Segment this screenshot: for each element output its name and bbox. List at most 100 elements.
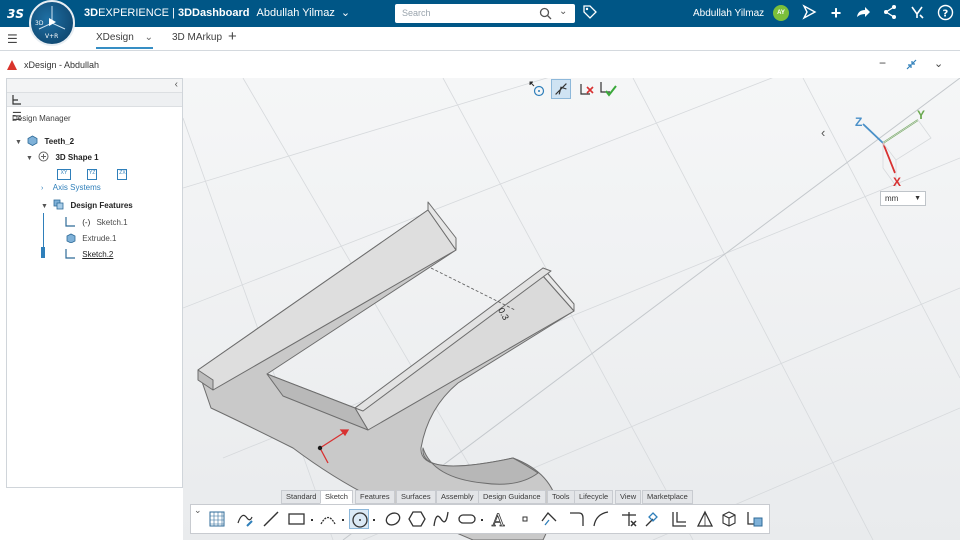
tree-view-icon[interactable] — [11, 94, 23, 106]
constraint-icon[interactable] — [669, 509, 689, 529]
avatar[interactable]: AY — [773, 5, 789, 21]
ellipse-icon[interactable] — [383, 509, 403, 529]
tree-item-sketch-1[interactable]: (-) Sketch.1 — [65, 216, 128, 230]
tree-item-sketch-2[interactable]: Sketch.2 — [65, 248, 113, 262]
design-features-label: Design Features — [70, 201, 133, 210]
plane-zx-icon[interactable]: ZX — [117, 169, 128, 180]
grid-icon[interactable] — [207, 509, 227, 529]
units-select[interactable]: mm ▼ — [880, 191, 926, 206]
username[interactable]: Abdullah Yilmaz — [693, 8, 764, 19]
svg-text:3S: 3S — [7, 7, 24, 21]
3d-viewport[interactable]: 0.3 Y Z X ‹ — [183, 78, 960, 540]
tab-xdesign[interactable]: XDesign ⌄ — [96, 32, 153, 49]
line-icon[interactable] — [261, 509, 281, 529]
chevron-down-icon[interactable]: ⌄ — [934, 57, 943, 70]
chevron-right-icon[interactable]: › — [41, 185, 51, 192]
search-input[interactable]: Search ⌄ — [395, 4, 575, 23]
section-tab-features[interactable]: Features — [355, 490, 395, 504]
plane-xy-icon[interactable]: XY — [57, 169, 71, 180]
share-icon[interactable] — [854, 4, 872, 22]
svg-text:A: A — [491, 511, 505, 529]
fix-icon[interactable] — [643, 509, 663, 529]
more-dot — [481, 519, 483, 521]
tab-bar: ☰ XDesign ⌄ 3D MArkup + — [0, 27, 960, 51]
help-icon[interactable]: ? — [936, 4, 954, 22]
send-icon[interactable] — [800, 4, 818, 22]
search-icon[interactable] — [539, 7, 552, 20]
sketch-origin-icon[interactable] — [528, 80, 546, 98]
plus-icon[interactable]: + — [827, 4, 845, 22]
point-icon[interactable] — [515, 509, 535, 529]
brand-title[interactable]: 3DEXPERIENCE | 3DDashboard Abdullah Yilm… — [84, 6, 350, 19]
sketch-mode-icon[interactable] — [551, 79, 571, 99]
exit-sketch-discard-icon[interactable] — [578, 80, 596, 98]
collapse-icon[interactable] — [906, 59, 917, 70]
compass-label-3d: 3D — [35, 20, 44, 27]
minimize-icon[interactable]: − — [879, 56, 886, 70]
tools-icon[interactable] — [908, 4, 926, 22]
chevron-left-icon[interactable]: ‹ — [821, 125, 825, 140]
sketch-2-label: Sketch.2 — [82, 250, 114, 259]
section-tab-assembly[interactable]: Assembly — [436, 490, 479, 504]
sketch-context-toolbar — [526, 78, 626, 100]
caret-down-icon[interactable]: ▼ — [26, 155, 36, 162]
section-tab-marketplace[interactable]: Marketplace — [642, 490, 693, 504]
offset-icon[interactable] — [539, 509, 559, 529]
section-tab-view[interactable]: View — [615, 490, 642, 504]
top-bar: 3S 3DEXPERIENCE | 3DDashboard Abdullah Y… — [0, 0, 960, 27]
brand-user: Abdullah Yilmaz — [256, 7, 335, 19]
tree-item-extrude-1[interactable]: Extrude.1 — [65, 232, 116, 246]
caret-down-icon[interactable]: ▼ — [15, 139, 25, 146]
arc-icon[interactable] — [318, 509, 338, 529]
circle-icon[interactable] — [349, 509, 369, 529]
axis-label-x: X — [893, 175, 902, 189]
caret-down-icon[interactable]: ▼ — [41, 203, 51, 210]
fillet-icon[interactable] — [591, 509, 611, 529]
tab-xdesign-label: XDesign — [96, 32, 134, 43]
collapse-bar-chevron-icon[interactable]: ⌄ — [194, 505, 202, 516]
features-icon — [53, 199, 64, 210]
chevron-down-icon[interactable]: ⌄ — [341, 7, 350, 19]
brand-rest: EXPERIENCE | — [98, 7, 178, 19]
section-tab-lifecycle[interactable]: Lifecycle — [574, 490, 614, 504]
sketch-minus-icon: (-) — [82, 218, 91, 227]
triangle-icon[interactable] — [695, 509, 715, 529]
add-tab-button[interactable]: + — [228, 28, 237, 45]
search-scope-chevron-icon[interactable]: ⌄ — [559, 6, 567, 17]
pencil-icon[interactable] — [235, 509, 255, 529]
chevron-down-icon[interactable]: ⌄ — [145, 32, 153, 43]
panel-header: ‹ — [7, 79, 182, 93]
menu-icon[interactable]: ☰ — [12, 110, 176, 123]
part-icon — [27, 135, 38, 146]
slot-icon[interactable] — [457, 509, 477, 529]
tab-3d-markup[interactable]: 3D MArkup — [172, 32, 222, 43]
tree-root-label: Teeth_2 — [44, 137, 75, 146]
section-tab-design-guidance[interactable]: Design Guidance — [478, 490, 546, 504]
design-manager-header: Design Manager ☰ — [7, 107, 182, 125]
tree-item-shape[interactable]: ▼ 3D Shape 1 — [26, 151, 99, 165]
project-icon[interactable] — [745, 509, 765, 529]
rectangle-icon[interactable] — [287, 509, 307, 529]
section-tab-sketch[interactable]: Sketch — [320, 490, 353, 504]
corner-icon[interactable] — [567, 509, 587, 529]
section-tab-standard[interactable]: Standard — [281, 490, 322, 504]
tree-item-design-features[interactable]: ▼ Design Features — [41, 199, 133, 213]
section-tab-tools[interactable]: Tools — [547, 490, 575, 504]
hexagon-icon[interactable] — [407, 509, 427, 529]
tree-item-root[interactable]: ▼ Teeth_2 — [15, 135, 74, 149]
plane-yz-icon[interactable]: YZ — [87, 169, 98, 180]
tree-item-axis-systems[interactable]: › Axis Systems — [41, 183, 101, 197]
section-tab-surfaces[interactable]: Surfaces — [396, 490, 436, 504]
trim-icon[interactable] — [619, 509, 639, 529]
exit-sketch-accept-icon[interactable] — [598, 79, 618, 99]
ds-logo-icon[interactable]: 3S — [6, 4, 24, 22]
panel-toolbar — [7, 93, 182, 107]
hamburger-icon[interactable]: ☰ — [7, 32, 18, 46]
spline-icon[interactable] — [431, 509, 451, 529]
tag-icon[interactable] — [581, 4, 599, 22]
network-icon[interactable] — [881, 4, 899, 22]
text-icon[interactable]: A — [489, 509, 509, 532]
compass-widget[interactable]: V+R 3D — [29, 0, 75, 46]
box-icon[interactable] — [719, 509, 739, 529]
collapse-panel-icon[interactable]: ‹ — [175, 79, 178, 90]
